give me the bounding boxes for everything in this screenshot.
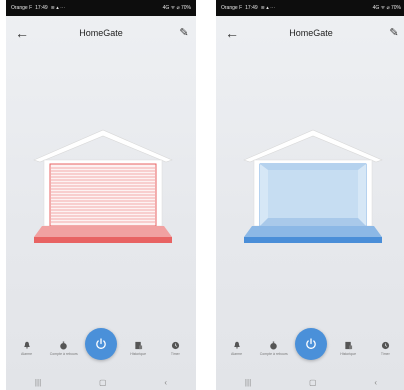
- nav-item-history[interactable]: Historique: [123, 328, 153, 357]
- nav-item-timer[interactable]: Timer: [160, 328, 190, 357]
- edit-pencil-icon[interactable]: ✎: [384, 23, 404, 43]
- nav-item-timer[interactable]: Timer: [370, 328, 400, 357]
- power-button[interactable]: [294, 328, 327, 360]
- nav-item-power[interactable]: [84, 328, 117, 360]
- carrier-label: Orange F: [221, 5, 243, 11]
- status-bar: Orange F 17:49 ≋ ▴ ⋯ 4G ᯤ ⌀ 70%: [6, 0, 196, 16]
- power-button[interactable]: [84, 328, 117, 360]
- power-icon: [306, 338, 316, 349]
- back-arrow-icon[interactable]: ←: [12, 23, 32, 43]
- nav-label: Compte à rebours: [259, 352, 288, 356]
- carrier-label: Orange F: [11, 5, 33, 11]
- bell-icon: [22, 340, 32, 350]
- history-icon: [343, 340, 353, 350]
- timer-icon: [59, 340, 69, 350]
- bottom-nav: Alarme Compte à rebours Historique Timer: [216, 328, 404, 372]
- clock-icon: [170, 340, 180, 350]
- nav-label: Historique: [340, 352, 357, 356]
- status-time: 17:49: [245, 5, 258, 11]
- recents-button[interactable]: |||: [35, 378, 41, 387]
- page-title: HomeGate: [79, 28, 123, 38]
- nav-label: Compte à rebours: [49, 352, 78, 356]
- app-bar: ← HomeGate ✎: [6, 18, 196, 48]
- nav-item-history[interactable]: Historique: [333, 328, 363, 357]
- system-nav-bar: ||| ▢ ‹: [6, 374, 196, 390]
- status-bar: Orange F 17:49 ≋ ▴ ⋯ 4G ᯤ ⌀ 70%: [216, 0, 404, 16]
- clock-icon: [380, 340, 390, 350]
- phone-screen-closed: Orange F 17:49 ≋ ▴ ⋯ 4G ᯤ ⌀ 70% ← HomeGa…: [6, 0, 196, 390]
- history-icon: [133, 340, 143, 350]
- nav-label: Timer: [170, 352, 180, 356]
- nav-item-power[interactable]: [294, 328, 327, 360]
- nav-label: Alarme: [231, 352, 243, 356]
- back-button[interactable]: ‹: [164, 378, 167, 387]
- home-button[interactable]: ▢: [309, 378, 317, 387]
- back-arrow-icon[interactable]: ←: [222, 23, 242, 43]
- timer-icon: [269, 340, 279, 350]
- back-button[interactable]: ‹: [374, 378, 377, 387]
- nav-label: Timer: [380, 352, 390, 356]
- garage-door-open[interactable]: [240, 126, 386, 246]
- status-right: 4G ᯤ ⌀ 70%: [372, 5, 401, 11]
- nav-item-alarm[interactable]: Alarme: [12, 328, 42, 357]
- bottom-nav: Alarme Compte à rebours Historique Timer: [6, 328, 196, 372]
- garage-door-closed[interactable]: [30, 126, 176, 246]
- nav-label: Historique: [130, 352, 147, 356]
- nav-item-alarm[interactable]: Alarme: [222, 328, 252, 357]
- status-signal: ≋ ▴ ⋯: [50, 5, 66, 11]
- home-button[interactable]: ▢: [99, 378, 107, 387]
- nav-label: Alarme: [21, 352, 33, 356]
- status-time: 17:49: [35, 5, 48, 11]
- edit-pencil-icon[interactable]: ✎: [174, 23, 194, 43]
- recents-button[interactable]: |||: [245, 378, 251, 387]
- nav-item-countdown[interactable]: Compte à rebours: [49, 328, 79, 357]
- app-bar: ← HomeGate ✎: [216, 18, 404, 48]
- status-right: 4G ᯤ ⌀ 70%: [162, 5, 191, 11]
- nav-item-countdown[interactable]: Compte à rebours: [259, 328, 289, 357]
- system-nav-bar: ||| ▢ ‹: [216, 374, 404, 390]
- phone-screen-open: Orange F 17:49 ≋ ▴ ⋯ 4G ᯤ ⌀ 70% ← HomeGa…: [216, 0, 404, 390]
- bell-icon: [232, 340, 242, 350]
- status-signal: ≋ ▴ ⋯: [260, 5, 276, 11]
- page-title: HomeGate: [289, 28, 333, 38]
- power-icon: [96, 338, 106, 349]
